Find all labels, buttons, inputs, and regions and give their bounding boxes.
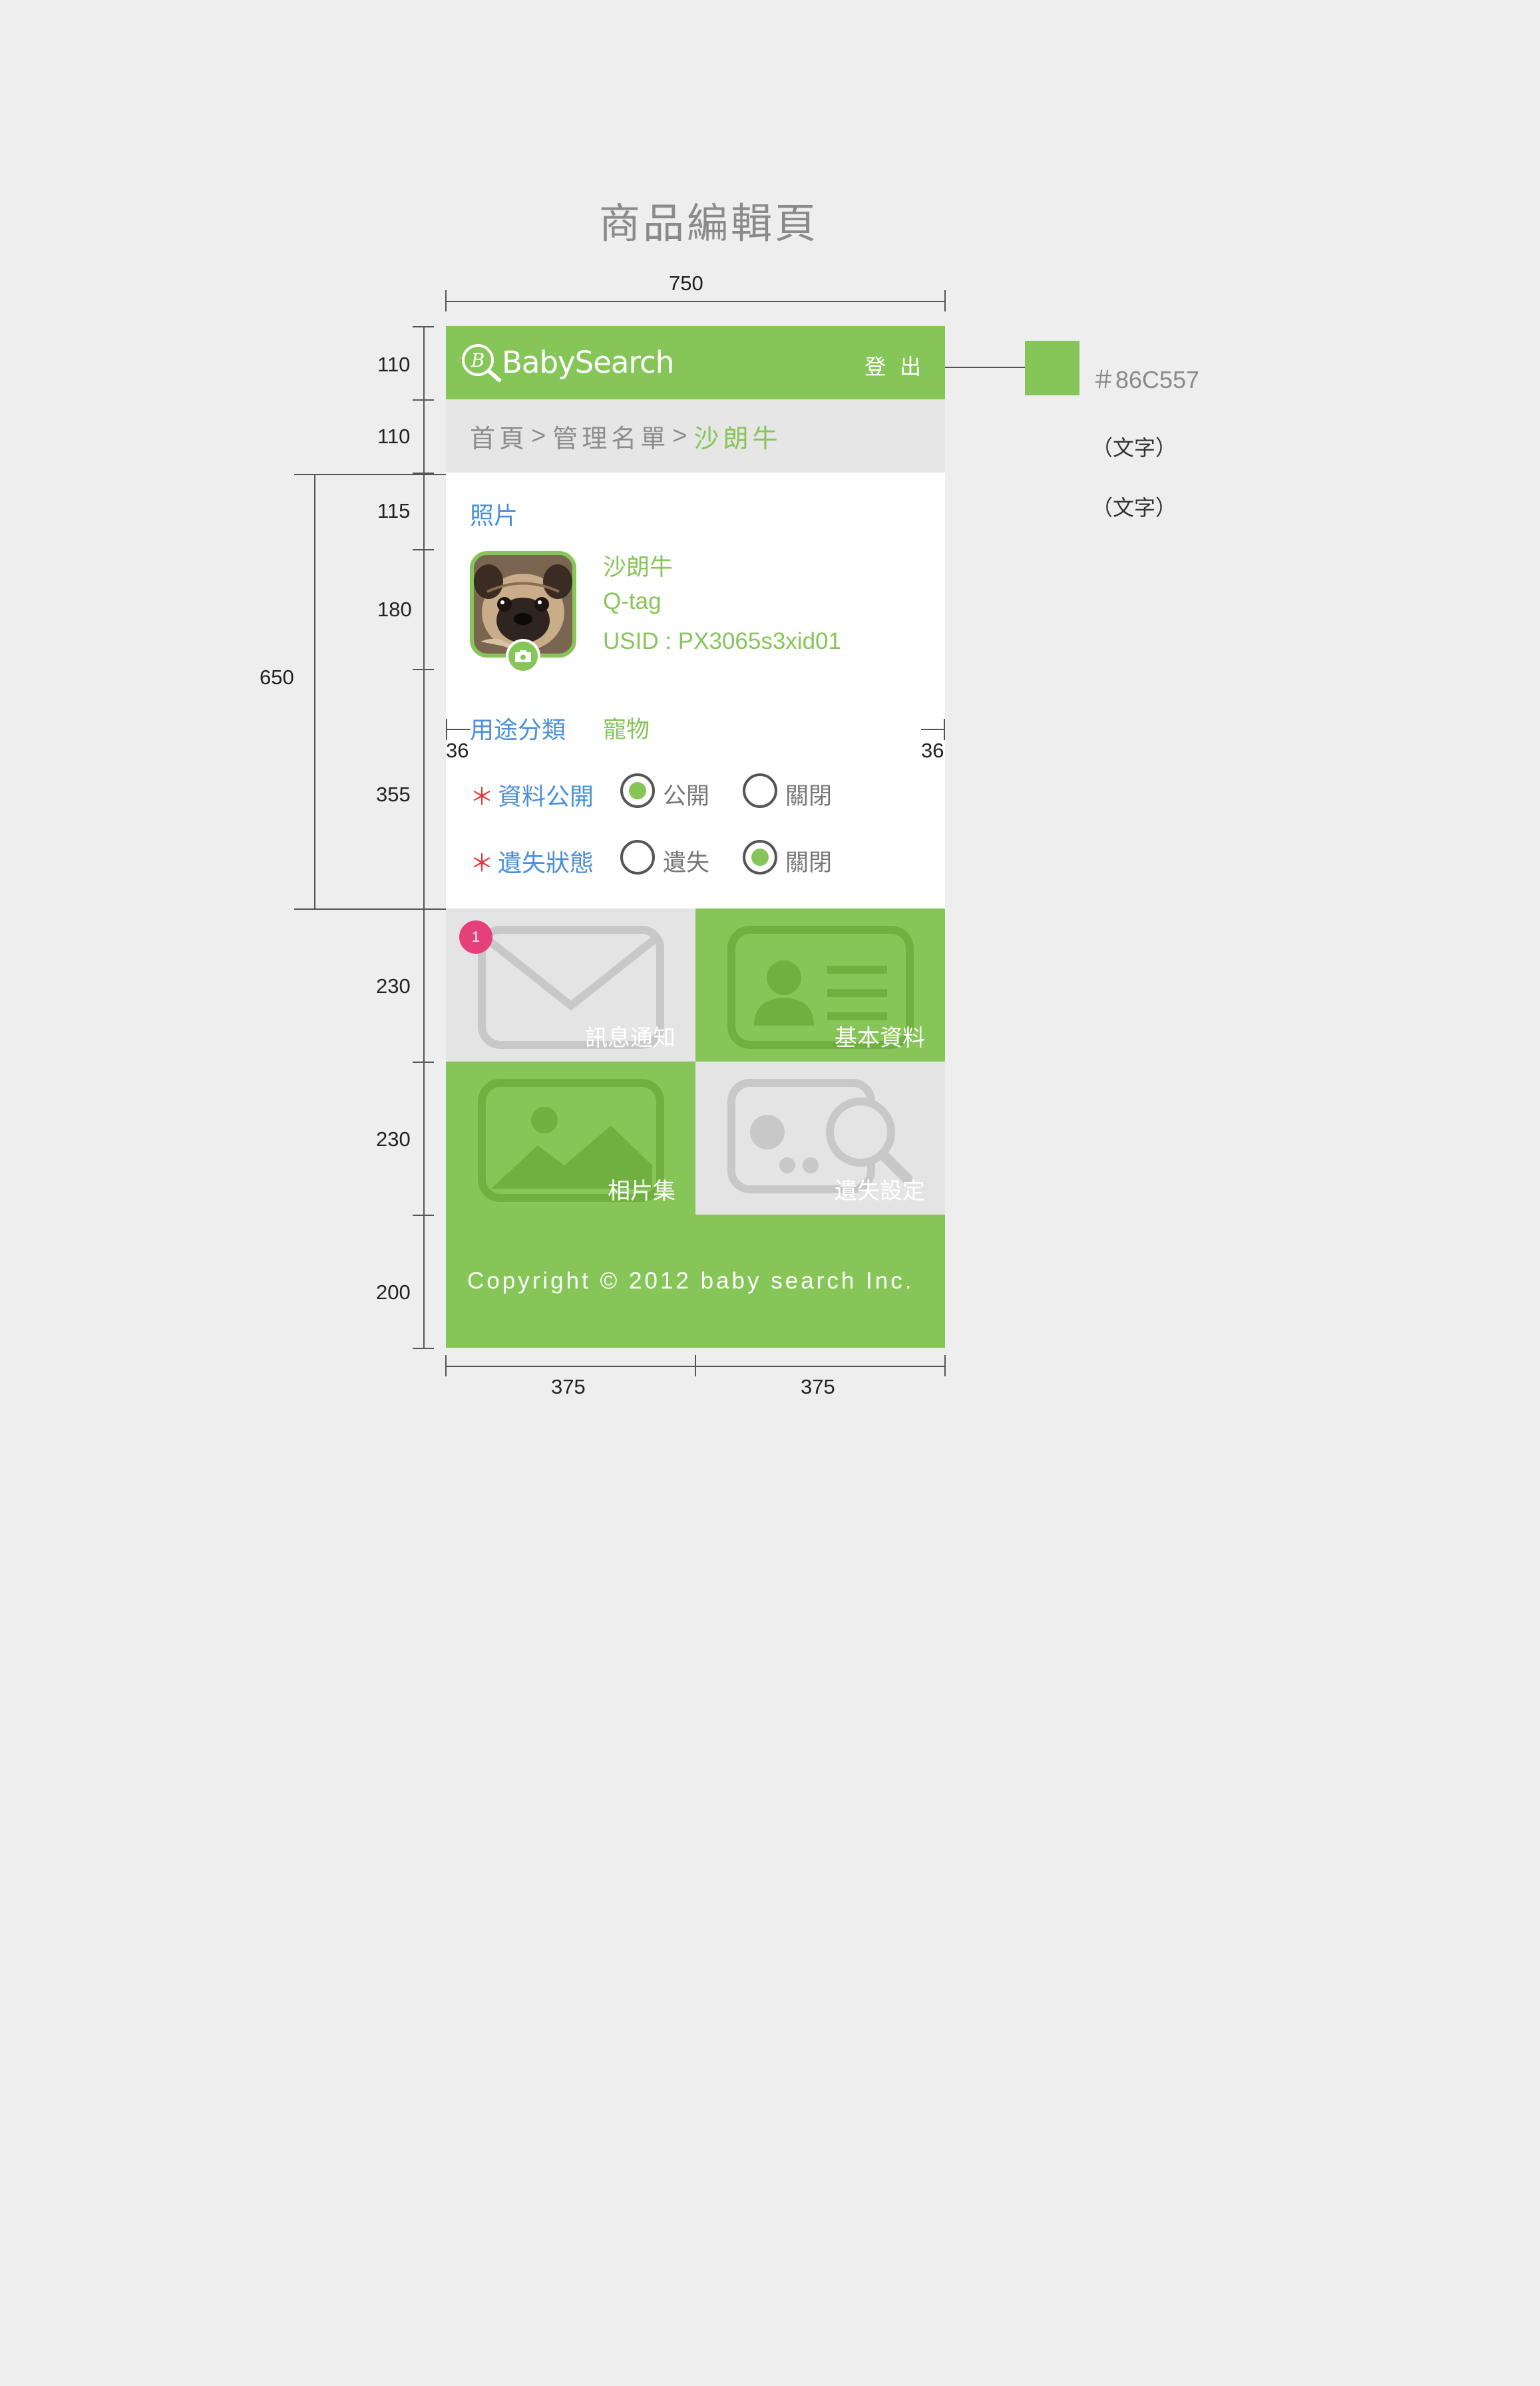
- column-width-label: 375: [801, 1375, 835, 1398]
- rows-dimension-line: [423, 326, 425, 1348]
- width-dimension-line: [446, 301, 945, 302]
- padding-guide: [446, 729, 470, 730]
- dimension-tick: [445, 290, 447, 311]
- breadcrumb-separator: >: [531, 421, 550, 450]
- camera-icon: [515, 650, 531, 662]
- lost-status-label: ＊遺失狀態: [470, 844, 594, 879]
- tile-label: 遺失設定: [835, 1179, 925, 1204]
- unread-badge: 1: [459, 920, 492, 954]
- tile-label: 相片集: [608, 1179, 675, 1204]
- breadcrumb: 首頁 > 管理名單 > 沙朗牛: [446, 399, 945, 473]
- pet-usid: USID : PX3065s3xid01: [603, 628, 841, 654]
- width-dimension-label: 750: [669, 272, 703, 295]
- dimension-tick: [294, 908, 446, 910]
- row-height-label: 355: [376, 783, 411, 806]
- breadcrumb-current: 沙朗牛: [693, 425, 782, 453]
- row-height-label: 200: [376, 1281, 411, 1304]
- dimension-tick: [413, 1215, 434, 1216]
- dimension-tick: [413, 399, 434, 401]
- category-value: 寵物: [603, 717, 650, 743]
- dimension-tick: [445, 1355, 447, 1376]
- row-height-label: 230: [376, 1127, 411, 1151]
- brand-logo[interactable]: B BabySearch: [459, 342, 674, 382]
- photo-label: 照片: [470, 502, 518, 529]
- color-swatch: [1025, 341, 1079, 395]
- breadcrumb-separator: >: [672, 421, 691, 450]
- span-dimension-label: 650: [260, 666, 294, 689]
- tile-messages[interactable]: 1 訊息通知: [446, 908, 695, 1062]
- padding-label: 36: [921, 739, 944, 762]
- padding-label: 36: [446, 739, 469, 762]
- dimension-tick: [695, 1355, 696, 1376]
- dimension-tick: [413, 1348, 434, 1349]
- color-swatch-label: ＃86C557: [1091, 366, 1200, 393]
- swatch-leader-line: [945, 367, 1025, 368]
- dimension-tick: [294, 474, 446, 475]
- row-height-label: 115: [377, 499, 411, 522]
- lost-status-text: 遺失狀態: [498, 849, 594, 877]
- dimension-tick: [944, 290, 946, 311]
- public-option-open: 公開: [663, 783, 710, 809]
- pet-name: 沙朗牛: [603, 554, 674, 580]
- sheet-title: 商品編輯頁: [598, 201, 819, 247]
- padding-guide: [921, 729, 945, 730]
- public-radio-open[interactable]: [620, 773, 655, 808]
- column-width-label: 375: [551, 1375, 586, 1398]
- breadcrumb-home[interactable]: 首頁: [470, 418, 528, 455]
- svg-text:B: B: [471, 349, 485, 371]
- change-photo-button[interactable]: [506, 639, 540, 674]
- dimension-tick: [944, 719, 945, 740]
- dimension-tick: [413, 669, 434, 670]
- dimension-tick: [446, 719, 447, 740]
- lost-radio-lost[interactable]: [620, 840, 655, 875]
- row-height-label: 110: [377, 353, 411, 376]
- tile-label: 基本資料: [835, 1026, 925, 1051]
- copyright-text: Copyright © 2012 baby search Inc.: [467, 1268, 914, 1294]
- required-mark: ＊: [470, 849, 494, 877]
- span-dimension-line: [314, 474, 315, 908]
- tile-basic-info[interactable]: 基本資料: [695, 908, 945, 1062]
- required-mark: ＊: [470, 783, 494, 810]
- public-option-closed: 關閉: [785, 783, 833, 809]
- public-radio-closed[interactable]: [743, 773, 777, 808]
- row-height-label: 230: [376, 974, 411, 998]
- dimension-tick: [413, 1062, 434, 1063]
- logout-button[interactable]: 登 出: [865, 350, 925, 381]
- breadcrumb-manage-list[interactable]: 管理名單: [552, 418, 670, 455]
- row-height-label: 110: [377, 425, 411, 448]
- annotation-note: （文字）: [1091, 436, 1177, 460]
- lost-option-lost: 遺失: [663, 850, 710, 876]
- magnifier-logo-icon: B: [462, 344, 501, 382]
- lost-radio-closed[interactable]: [743, 840, 777, 875]
- lost-option-closed: 關閉: [785, 850, 833, 876]
- category-label: 用途分類: [470, 716, 566, 743]
- dimension-tick: [413, 549, 434, 550]
- profile-panel: 照片 沙朗牛 Q-tag USID : PX3065s3xid01 36 36 …: [446, 473, 945, 908]
- annotation-note: （文字）: [1091, 496, 1177, 520]
- app-header: B BabySearch 登 出: [446, 326, 945, 399]
- footer: Copyright © 2012 baby search Inc.: [446, 1215, 945, 1348]
- tile-photo-album[interactable]: 相片集: [446, 1062, 695, 1215]
- row-height-label: 180: [377, 598, 412, 621]
- tile-label: 訊息通知: [585, 1026, 675, 1051]
- tile-lost-settings[interactable]: 遺失設定: [695, 1062, 945, 1215]
- dimension-tick: [413, 326, 434, 327]
- public-setting-label: ＊資料公開: [470, 777, 594, 812]
- pet-tag: Q-tag: [603, 588, 662, 614]
- logo-text: BabySearch: [502, 344, 674, 380]
- dimension-tick: [944, 1355, 946, 1376]
- public-setting-text: 資料公開: [498, 783, 594, 810]
